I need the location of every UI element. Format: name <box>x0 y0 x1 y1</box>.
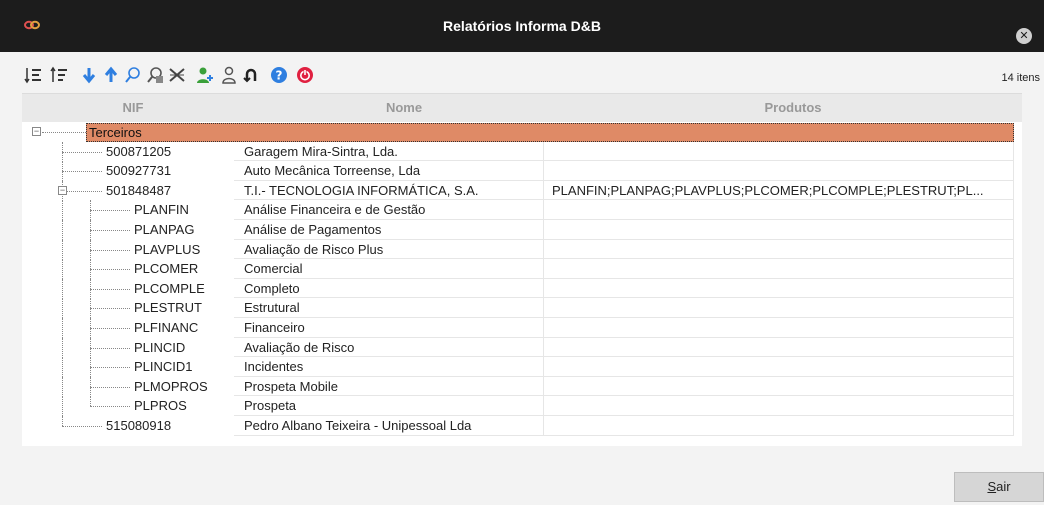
collapse-all-icon[interactable] <box>48 64 70 86</box>
cell-produtos <box>544 298 1014 318</box>
company-row[interactable]: 500927731 Auto Mecânica Torreense, Lda <box>22 161 1022 182</box>
product-row[interactable]: PLFINANC Financeiro <box>22 317 1022 338</box>
cell-nif: PLINCID1 <box>134 359 193 375</box>
cell-produtos <box>544 396 1014 416</box>
cell-produtos <box>544 239 1014 260</box>
tree-lines <box>22 278 242 299</box>
item-count: 14 itens <box>1001 72 1040 84</box>
exit-button-label: Sair <box>987 479 1011 494</box>
cell-produtos <box>544 219 1014 240</box>
add-user-icon[interactable] <box>194 64 216 86</box>
cell-nif: 500927731 <box>106 163 172 179</box>
tree-lines <box>22 298 242 319</box>
cell-nome: Completo <box>234 278 544 299</box>
tree-lines <box>22 219 242 240</box>
title-bar: Relatórios Informa D&B ✕ <box>0 0 1044 52</box>
cell-produtos <box>544 357 1014 377</box>
cell-nif: PLCOMPLE <box>134 280 205 296</box>
product-row[interactable]: PLANFIN Análise Financeira e de Gestão <box>22 200 1022 221</box>
product-row[interactable]: PLINCID Avaliação de Risco <box>22 337 1022 358</box>
power-icon[interactable] <box>294 64 316 86</box>
tree-lines <box>22 337 242 358</box>
toolbar: ? <box>22 62 1022 88</box>
product-row[interactable]: PLANPAG Análise de Pagamentos <box>22 219 1022 240</box>
arrow-down-icon[interactable] <box>78 64 100 86</box>
cell-nome: Avaliação de Risco Plus <box>234 239 544 260</box>
product-row[interactable]: PLINCID1 Incidentes <box>22 357 1022 378</box>
tree-lines <box>22 200 242 221</box>
report-tree-grid[interactable]: NIF Nome Produtos − Terceiros 500871205 G… <box>22 93 1022 446</box>
cell-nome: Incidentes <box>234 357 544 377</box>
product-row[interactable]: PLMOPROS Prospeta Mobile <box>22 376 1022 397</box>
cell-produtos <box>544 259 1014 279</box>
cell-nif: 500871205 <box>106 143 172 159</box>
cell-produtos: PLANFIN;PLANPAG;PLAVPLUS;PLCOMER;PLCOMPL… <box>544 180 1014 201</box>
cell-nif: 501848487 <box>106 182 172 198</box>
expand-all-icon[interactable] <box>22 64 44 86</box>
cell-nif: PLMOPROS <box>134 378 208 394</box>
cell-nome: Garagem Mira-Sintra, Lda. <box>234 141 544 162</box>
clear-filter-icon[interactable] <box>166 64 188 86</box>
cell-nome: Pedro Albano Teixeira - Unipessoal Lda <box>234 415 544 436</box>
tree-lines <box>22 259 242 280</box>
product-row[interactable]: PLCOMER Comercial <box>22 259 1022 280</box>
refresh-icon[interactable] <box>240 64 262 86</box>
cell-produtos <box>544 376 1014 397</box>
search-icon[interactable] <box>122 64 144 86</box>
cell-nif: PLAVPLUS <box>134 241 201 257</box>
exit-button[interactable]: Sair <box>954 472 1044 502</box>
cell-produtos <box>544 200 1014 220</box>
cell-nome: Análise de Pagamentos <box>234 219 544 240</box>
svg-text:?: ? <box>276 69 283 83</box>
collapse-toggle-icon[interactable]: − <box>58 185 67 195</box>
tree-lines <box>22 357 242 378</box>
help-icon[interactable]: ? <box>268 64 290 86</box>
company-row[interactable]: − 501848487 T.I.- TECNOLOGIA INFORMÁTICA, … <box>22 180 1022 201</box>
cell-nome: Análise Financeira e de Gestão <box>234 200 544 220</box>
column-header-nome[interactable]: Nome <box>244 94 564 122</box>
cell-nif: PLINCID <box>134 339 186 355</box>
group-row-terceiros[interactable]: − Terceiros <box>22 122 1022 142</box>
tree-lines <box>22 317 242 338</box>
column-header-nif[interactable]: NIF <box>22 94 244 122</box>
product-row[interactable]: PLPROS Prospeta <box>22 396 1022 417</box>
cell-nif: PLCOMER <box>134 261 199 277</box>
company-row[interactable]: 500871205 Garagem Mira-Sintra, Lda. <box>22 141 1022 162</box>
cell-nome: Financeiro <box>234 317 544 338</box>
cell-nif: PLFINANC <box>134 319 199 335</box>
user-icon[interactable] <box>218 64 240 86</box>
cell-produtos <box>544 337 1014 358</box>
cell-nome: Prospeta Mobile <box>234 376 544 397</box>
cell-nome: Avaliação de Risco <box>234 337 544 358</box>
cell-nome: Auto Mecânica Torreense, Lda <box>234 161 544 181</box>
cell-produtos <box>544 161 1014 181</box>
table-body: − Terceiros 500871205 Garagem Mira-Sintra… <box>22 122 1022 436</box>
cell-nome: Prospeta <box>234 396 544 416</box>
arrow-up-icon[interactable] <box>100 64 122 86</box>
tree-lines <box>22 396 242 417</box>
cell-nif: PLPROS <box>134 398 187 414</box>
cell-nif: 515080918 <box>106 417 172 433</box>
cell-nome: Estrutural <box>234 298 544 318</box>
cell-nif: PLANPAG <box>134 221 195 237</box>
cell-nif: PLESTRUT <box>134 300 202 316</box>
product-row[interactable]: PLESTRUT Estrutural <box>22 298 1022 319</box>
cell-produtos <box>544 415 1014 436</box>
cell-nome: Comercial <box>234 259 544 279</box>
window-title: Relatórios Informa D&B <box>443 18 601 34</box>
cell-nif: PLANFIN <box>134 202 189 218</box>
group-label: Terceiros <box>86 123 1014 142</box>
cell-produtos <box>544 141 1014 162</box>
cell-produtos <box>544 278 1014 299</box>
search-next-icon[interactable] <box>144 64 166 86</box>
tree-lines <box>22 376 242 397</box>
cell-produtos <box>544 317 1014 338</box>
cell-nome: T.I.- TECNOLOGIA INFORMÁTICA, S.A. <box>234 180 544 201</box>
product-row[interactable]: PLAVPLUS Avaliação de Risco Plus <box>22 239 1022 260</box>
company-row[interactable]: 515080918 Pedro Albano Teixeira - Unipess… <box>22 415 1022 436</box>
column-header-produtos[interactable]: Produtos <box>564 94 1022 122</box>
product-row[interactable]: PLCOMPLE Completo <box>22 278 1022 299</box>
tree-lines <box>22 239 242 260</box>
close-icon[interactable]: ✕ <box>1016 28 1032 44</box>
